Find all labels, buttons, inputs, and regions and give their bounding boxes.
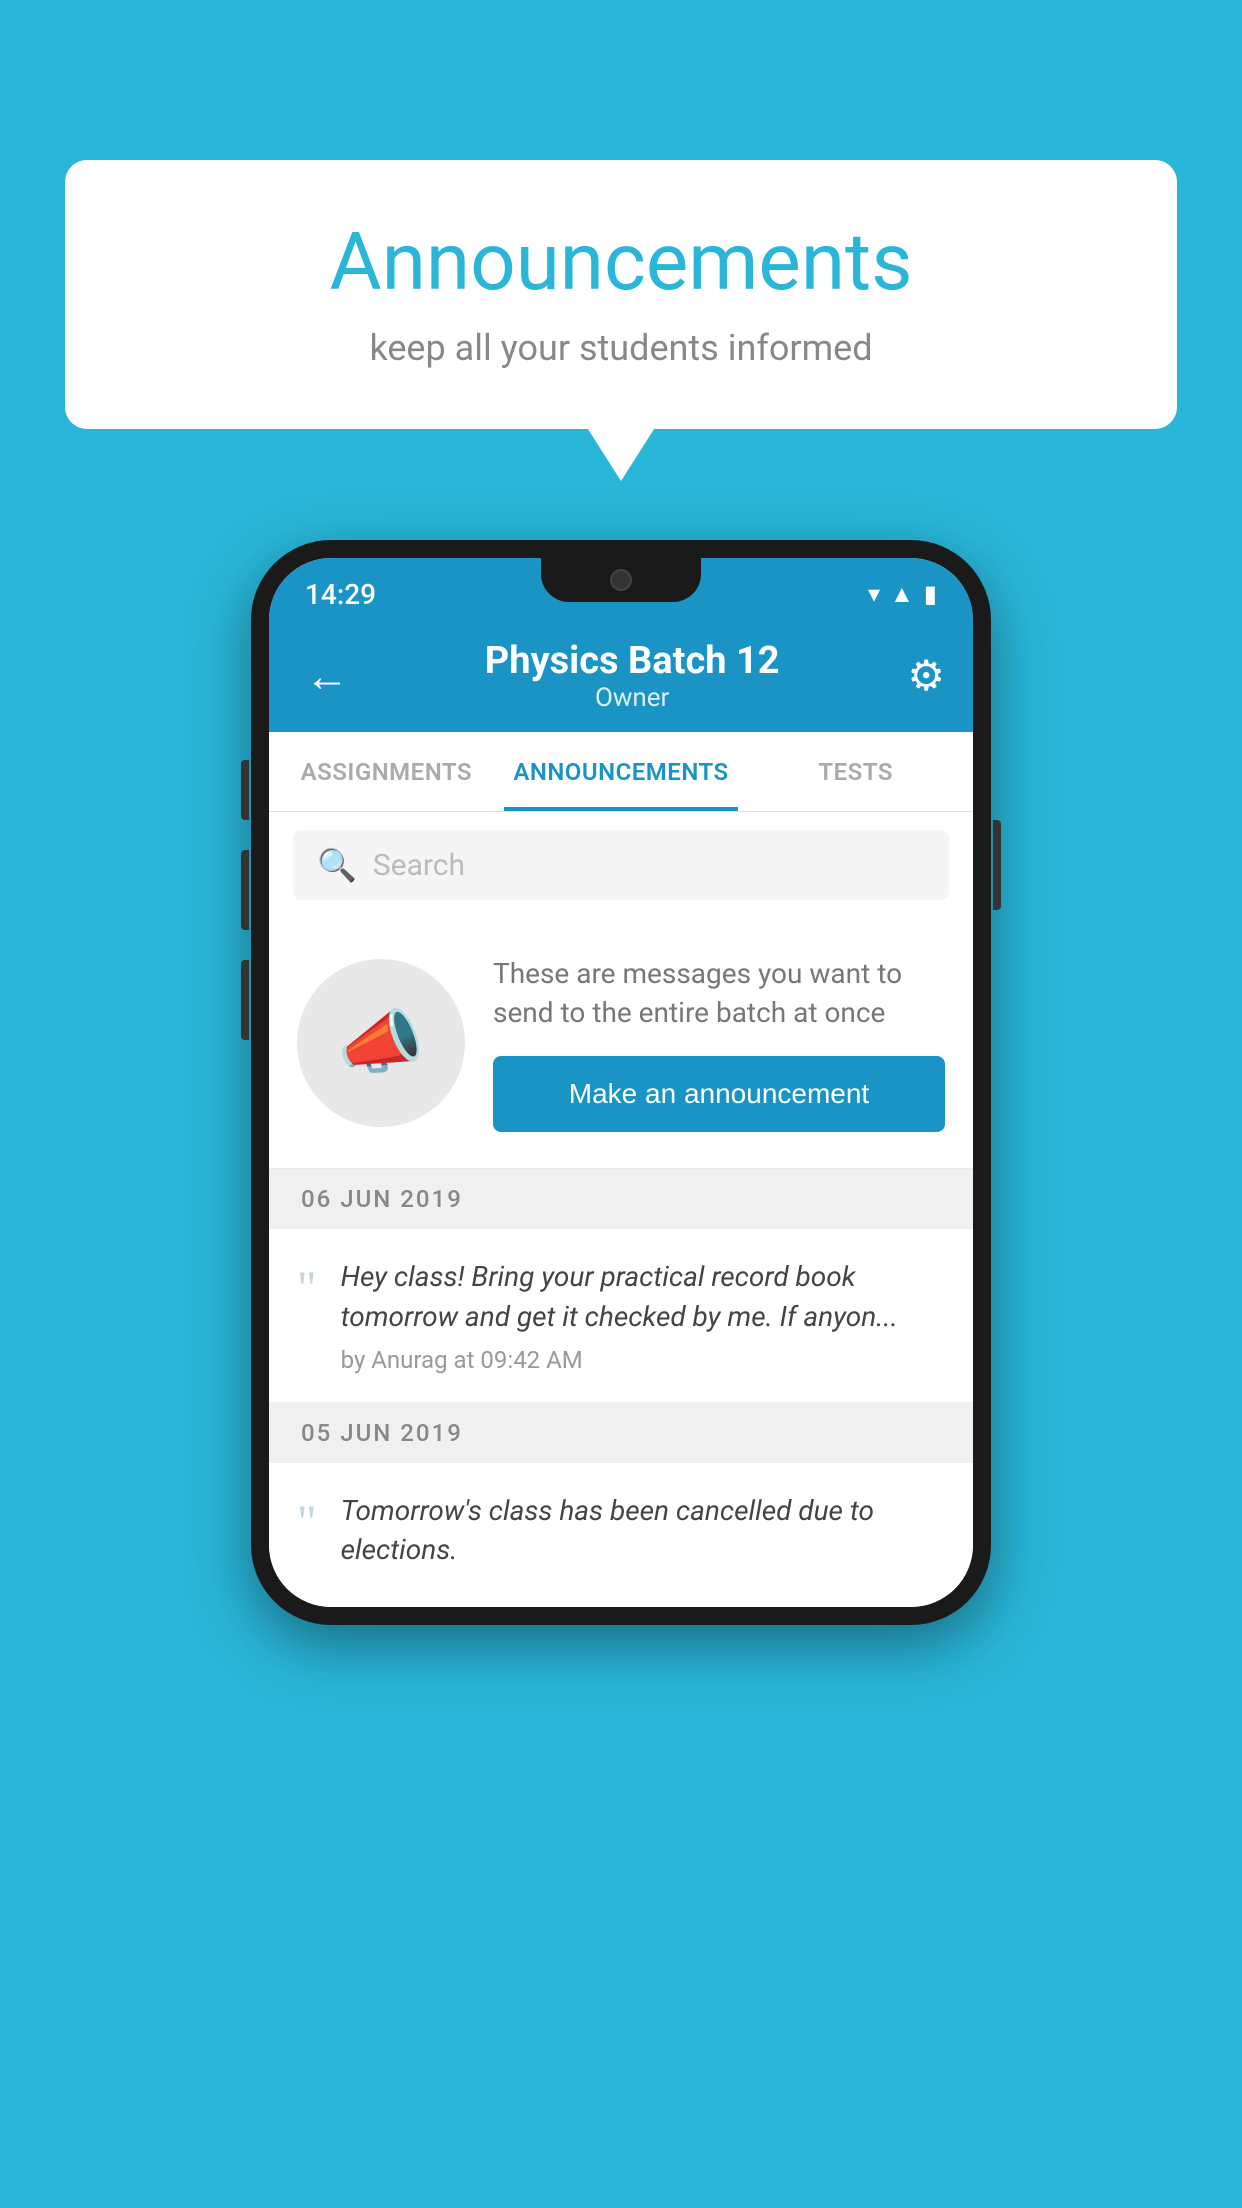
bubble-subtitle: keep all your students informed	[125, 327, 1117, 369]
side-button-left-2	[241, 850, 249, 930]
speech-bubble-section: Announcements keep all your students inf…	[65, 160, 1177, 429]
phone-screen: 14:29 ▾ ▲ ▮ ← Physics Batch 12 Owner ⚙	[269, 558, 973, 1607]
phone-notch	[541, 558, 701, 602]
wifi-icon: ▾	[868, 580, 880, 608]
megaphone-circle: 📣	[297, 959, 465, 1127]
announcement-meta-1: by Anurag at 09:42 AM	[341, 1346, 945, 1374]
signal-icon: ▲	[890, 580, 914, 609]
search-container: 🔍 Search	[269, 812, 973, 918]
batch-role: Owner	[357, 683, 907, 713]
phone-mockup: 14:29 ▾ ▲ ▮ ← Physics Batch 12 Owner ⚙	[251, 540, 991, 1625]
announcement-content-2: Tomorrow's class has been cancelled due …	[341, 1491, 945, 1579]
phone-outer: 14:29 ▾ ▲ ▮ ← Physics Batch 12 Owner ⚙	[251, 540, 991, 1625]
promo-area: 📣 These are messages you want to send to…	[269, 918, 973, 1169]
tab-assignments[interactable]: ASSIGNMENTS	[269, 732, 504, 811]
announcement-item-2: " Tomorrow's class has been cancelled du…	[269, 1463, 973, 1607]
battery-icon: ▮	[924, 580, 937, 608]
search-placeholder: Search	[373, 848, 465, 883]
app-bar: ← Physics Batch 12 Owner ⚙	[269, 620, 973, 732]
back-button[interactable]: ←	[297, 642, 357, 710]
search-icon: 🔍	[317, 846, 357, 884]
date-separator-1: 06 JUN 2019	[269, 1169, 973, 1229]
make-announcement-button[interactable]: Make an announcement	[493, 1056, 945, 1132]
status-icons: ▾ ▲ ▮	[868, 580, 937, 609]
settings-icon[interactable]: ⚙	[907, 651, 945, 701]
app-bar-title: Physics Batch 12 Owner	[357, 639, 907, 713]
date-separator-2: 05 JUN 2019	[269, 1403, 973, 1463]
announcement-text-2: Tomorrow's class has been cancelled due …	[341, 1491, 945, 1569]
speech-bubble: Announcements keep all your students inf…	[65, 160, 1177, 429]
promo-right: These are messages you want to send to t…	[493, 954, 945, 1132]
phone-camera	[610, 569, 632, 591]
announcement-content-1: Hey class! Bring your practical record b…	[341, 1257, 945, 1373]
megaphone-icon: 📣	[337, 1002, 424, 1084]
quote-icon-1: "	[297, 1265, 317, 1313]
tabs-container: ASSIGNMENTS ANNOUNCEMENTS TESTS	[269, 732, 973, 812]
search-bar[interactable]: 🔍 Search	[293, 830, 949, 900]
batch-name: Physics Batch 12	[357, 639, 907, 683]
side-button-left-3	[241, 960, 249, 1040]
tab-announcements[interactable]: ANNOUNCEMENTS	[504, 732, 739, 811]
promo-description: These are messages you want to send to t…	[493, 954, 945, 1032]
tab-tests[interactable]: TESTS	[738, 732, 973, 811]
side-button-right	[993, 820, 1001, 910]
status-time: 14:29	[305, 578, 376, 611]
announcement-item-1: " Hey class! Bring your practical record…	[269, 1229, 973, 1402]
side-button-left-1	[241, 760, 249, 820]
quote-icon-2: "	[297, 1499, 317, 1547]
bubble-title: Announcements	[125, 215, 1117, 309]
announcement-text-1: Hey class! Bring your practical record b…	[341, 1257, 945, 1335]
